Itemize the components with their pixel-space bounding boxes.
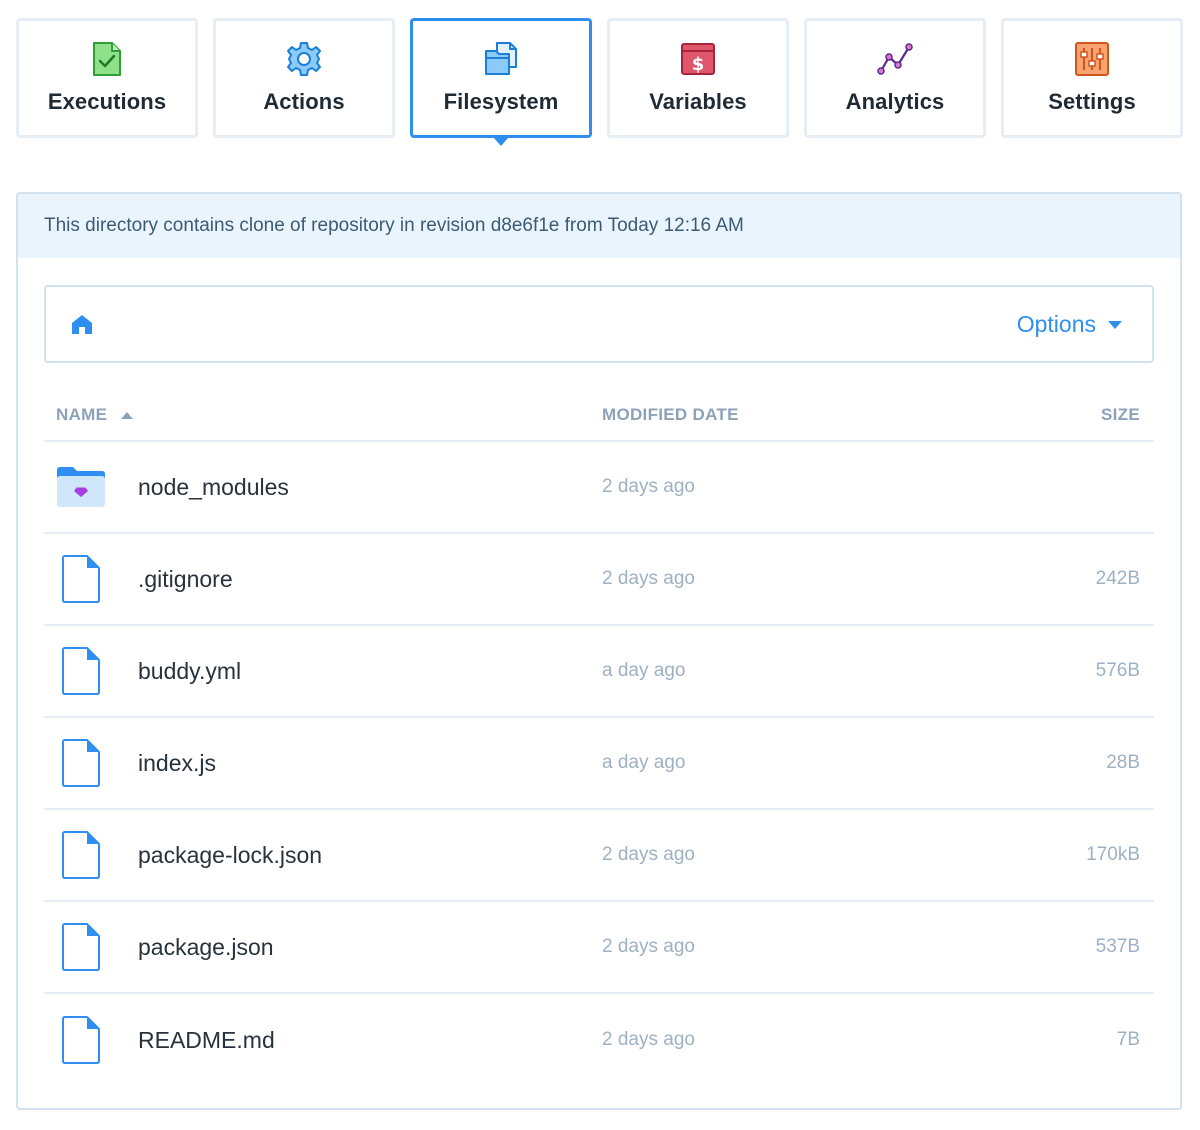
modified-date: 2 days ago — [602, 568, 695, 589]
modified-date: a day ago — [602, 660, 686, 681]
file-name: node_modules — [138, 473, 289, 500]
tab-analytics[interactable]: Analytics — [804, 18, 986, 138]
column-header-name[interactable]: NAME — [44, 405, 602, 425]
tab-label: Analytics — [845, 89, 945, 114]
file-icon — [56, 1015, 106, 1065]
modified-date: 2 days ago — [602, 1029, 695, 1050]
svg-text:$: $ — [692, 54, 705, 75]
file-table: NAME MODIFIED DATE SIZE node_modules 2 d… — [44, 390, 1154, 1086]
table-row[interactable]: README.md 2 days ago 7B — [44, 994, 1154, 1086]
file-size: 242B — [1095, 568, 1140, 589]
tab-actions[interactable]: Actions — [213, 18, 395, 138]
variables-icon: $ — [680, 41, 716, 77]
table-row[interactable]: package.json 2 days ago 537B — [44, 902, 1154, 994]
tab-label: Executions — [47, 89, 167, 114]
tab-filesystem[interactable]: Filesystem — [410, 18, 592, 138]
column-header-name-label: NAME — [56, 405, 108, 424]
tab-label: Settings — [1048, 89, 1136, 114]
modified-date: a day ago — [602, 752, 686, 773]
table-row[interactable]: .gitignore 2 days ago 242B — [44, 534, 1154, 626]
file-icon — [56, 922, 106, 972]
modified-date: 2 days ago — [602, 844, 695, 865]
file-name: index.js — [138, 749, 216, 776]
file-icon — [56, 554, 106, 604]
file-name: .gitignore — [138, 565, 233, 592]
table-row[interactable]: node_modules 2 days ago — [44, 442, 1154, 534]
tab-label: Filesystem — [443, 89, 559, 114]
tab-label: Variables — [649, 89, 747, 114]
analytics-icon — [877, 41, 913, 77]
filesystem-icon — [483, 41, 519, 77]
table-row[interactable]: package-lock.json 2 days ago 170kB — [44, 810, 1154, 902]
file-icon — [56, 738, 106, 788]
tab-variables[interactable]: $ Variables — [607, 18, 789, 138]
tab-settings[interactable]: Settings — [1001, 18, 1183, 138]
revision-info-text: This directory contains clone of reposit… — [44, 215, 744, 236]
file-size: 7B — [1116, 1029, 1140, 1050]
file-icon — [56, 830, 106, 880]
options-dropdown[interactable]: Options — [1017, 311, 1122, 338]
tab-label: Actions — [263, 89, 345, 114]
modified-date: 2 days ago — [602, 476, 695, 497]
revision-info-bar: This directory contains clone of reposit… — [18, 194, 1180, 258]
options-label: Options — [1016, 310, 1096, 337]
tab-bar: Executions Actions Filesystem $ Variable… — [16, 18, 1183, 138]
tab-executions[interactable]: Executions — [16, 18, 198, 138]
folder-icon — [56, 462, 106, 512]
file-icon — [56, 646, 106, 696]
sort-ascending-icon — [121, 411, 134, 419]
file-size: 537B — [1095, 936, 1140, 957]
column-header-size[interactable]: SIZE — [1022, 405, 1154, 425]
file-name: buddy.yml — [138, 657, 242, 684]
file-size: 576B — [1095, 660, 1140, 681]
file-name: package.json — [138, 933, 274, 960]
filesystem-panel: This directory contains clone of reposit… — [16, 192, 1182, 1110]
executions-icon — [89, 41, 125, 77]
file-name: package-lock.json — [138, 841, 323, 868]
gear-icon — [286, 41, 322, 77]
table-row[interactable]: buddy.yml a day ago 576B — [44, 626, 1154, 718]
table-header: NAME MODIFIED DATE SIZE — [44, 390, 1154, 442]
file-name: README.md — [138, 1026, 275, 1053]
caret-down-icon — [1108, 321, 1122, 329]
modified-date: 2 days ago — [602, 936, 695, 957]
file-size: 28B — [1106, 752, 1140, 773]
settings-sliders-icon — [1074, 41, 1110, 77]
table-row[interactable]: index.js a day ago 28B — [44, 718, 1154, 810]
home-icon[interactable] — [68, 310, 96, 338]
file-size: 170kB — [1086, 844, 1140, 865]
path-toolbar: Options — [44, 285, 1154, 363]
column-header-date[interactable]: MODIFIED DATE — [602, 405, 1022, 425]
